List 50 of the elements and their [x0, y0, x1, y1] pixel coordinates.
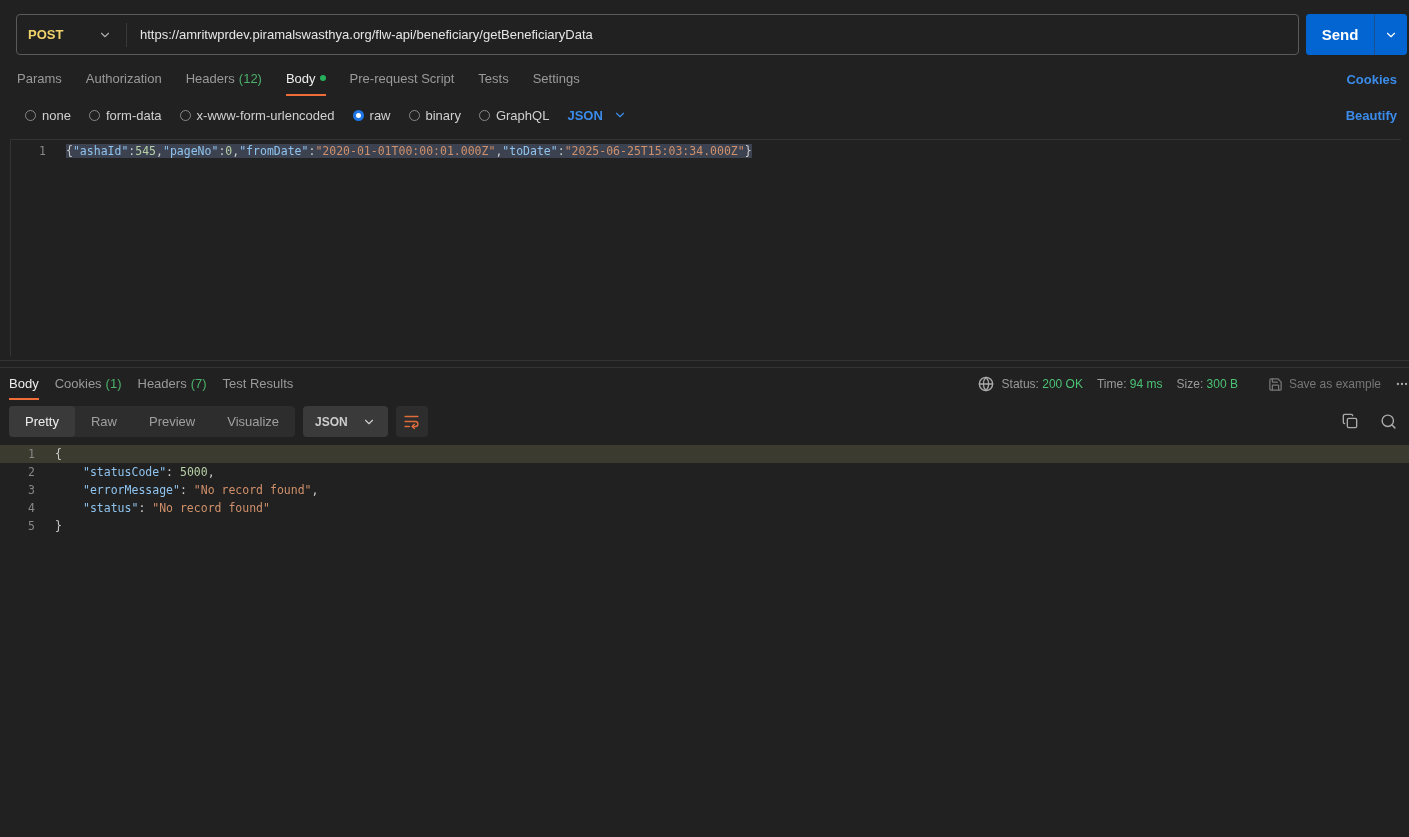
code-text: "errorMessage": "No record found",	[82, 483, 319, 497]
request-tab[interactable]: Pre-request Script	[349, 62, 455, 96]
response-tab[interactable]: Body	[9, 368, 39, 400]
body-type-radio[interactable]: binary	[408, 107, 461, 123]
request-tab[interactable]: Authorization	[85, 62, 162, 96]
request-tab[interactable]: Body	[285, 62, 326, 96]
search-icon[interactable]	[1380, 413, 1397, 430]
body-type-radio[interactable]: x-www-form-urlencoded	[179, 107, 335, 123]
view-mode-tab[interactable]: Pretty	[9, 406, 75, 437]
code-text: {"ashaId":545,"pageNo":0,"fromDate":"2020-01-01T00:00:01.000Z","toDate":"2025-06-25T15:03:34.000Z"}	[66, 144, 752, 158]
line-number: 5	[27, 519, 36, 533]
code-text: "statusCode": 5000,	[82, 465, 215, 479]
url-field[interactable]: POST https://amritwprdev.piramalswasthya.org/flw-api/beneficiary/getBeneficiaryData	[16, 14, 1299, 55]
response-tab[interactable]: Cookies (1)	[54, 368, 122, 400]
response-meta: Status: 200 OK	[1001, 377, 1083, 391]
body-type-radio[interactable]: none	[25, 107, 71, 123]
view-mode-tab[interactable]: Raw	[74, 406, 133, 437]
line-number: 1	[38, 144, 47, 158]
copy-icon[interactable]	[1342, 413, 1358, 430]
beautify-link[interactable]: Beautify	[1345, 107, 1397, 123]
response-meta: Time: 94 ms	[1096, 377, 1163, 391]
save-example-button[interactable]: Save as example	[1261, 375, 1387, 393]
line-number: 3	[27, 483, 36, 497]
response-meta: Size: 300 B	[1176, 377, 1238, 391]
request-editor[interactable]: 1 {"ashaId":545,"pageNo":0,"fromDate":"2020-01-01T00:00:01.000Z","toDate":"2025-06-25T15:03:34.000Z"}	[10, 139, 1401, 356]
response-tab[interactable]: Test Results	[222, 368, 294, 400]
line-number: 2	[27, 465, 36, 479]
wrap-button[interactable]	[395, 406, 428, 437]
radio-circle[interactable]	[352, 109, 364, 121]
body-type-radio[interactable]: raw	[352, 107, 391, 123]
view-mode-tab[interactable]: Visualize	[211, 406, 296, 437]
view-mode-tab[interactable]: Preview	[133, 406, 212, 437]
url-text: https://amritwprdev.piramalswasthya.org/flw-api/beneficiary/getBeneficiaryData	[139, 27, 593, 42]
cookies-link[interactable]: Cookies	[1346, 62, 1397, 96]
request-tab[interactable]: Headers (12)	[185, 62, 262, 96]
request-tab[interactable]: Settings	[532, 62, 580, 96]
line-number: 4	[27, 501, 36, 515]
code-text: "status": "No record found"	[82, 501, 270, 515]
response-tab[interactable]: Headers (7)	[137, 368, 207, 400]
request-tab[interactable]: Params	[17, 62, 62, 96]
line-number: 1	[27, 447, 36, 461]
method-dropdown[interactable]: POST	[17, 22, 127, 47]
format-dropdown[interactable]: JSON	[567, 107, 627, 123]
body-type-radio[interactable]: form-data	[88, 107, 162, 123]
code-text: {	[55, 447, 62, 461]
code-text: }	[55, 519, 62, 533]
wrap-lines-icon	[403, 413, 421, 430]
body-type-radio[interactable]: GraphQL	[478, 107, 550, 123]
format-dropdown[interactable]: JSON	[303, 406, 388, 437]
request-tab[interactable]: Tests	[478, 62, 509, 96]
